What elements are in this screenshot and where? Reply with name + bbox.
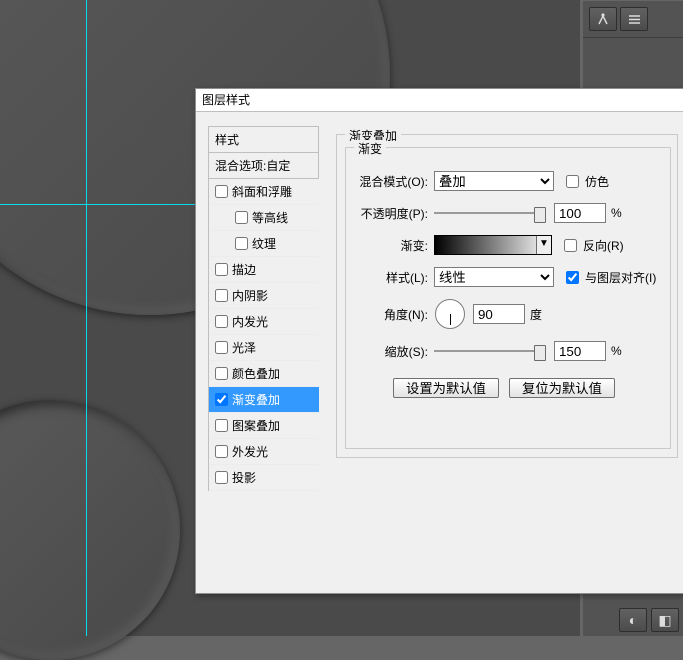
style-checkbox[interactable] — [215, 471, 228, 484]
style-item-3[interactable]: 描边 — [209, 257, 319, 283]
panel-btn-b[interactable]: ◧ — [651, 608, 679, 632]
style-checkbox[interactable] — [215, 263, 228, 276]
style-item-9[interactable]: 图案叠加 — [209, 413, 319, 439]
align-checkbox[interactable]: 与图层对齐(I) — [562, 268, 656, 287]
scale-label: 缩放(S): — [346, 343, 434, 360]
subsection-title: 渐变 — [354, 140, 386, 157]
dialog-title[interactable]: 图层样式 — [196, 89, 683, 112]
layer-style-dialog: 图层样式 样式 混合选项:自定 斜面和浮雕等高线纹理描边内阴影内发光光泽颜色叠加… — [195, 88, 683, 594]
style-select[interactable]: 线性 — [434, 267, 554, 287]
style-item-label: 内阴影 — [232, 287, 268, 304]
vertical-guide[interactable] — [86, 0, 87, 636]
blend-mode-select[interactable]: 叠加 — [434, 171, 554, 191]
style-item-label: 颜色叠加 — [232, 365, 280, 382]
style-label: 样式(L): — [346, 269, 434, 286]
style-checkbox[interactable] — [215, 315, 228, 328]
style-item-label: 光泽 — [232, 339, 256, 356]
gradient-label: 渐变: — [346, 237, 434, 254]
style-checkbox[interactable] — [215, 341, 228, 354]
style-checkbox[interactable] — [215, 445, 228, 458]
brush-options-icon[interactable] — [620, 7, 648, 31]
chevron-down-icon[interactable]: ▼ — [536, 236, 551, 254]
style-item-label: 描边 — [232, 261, 256, 278]
style-item-0[interactable]: 斜面和浮雕 — [209, 179, 319, 205]
styles-list: 样式 混合选项:自定 斜面和浮雕等高线纹理描边内阴影内发光光泽颜色叠加渐变叠加图… — [208, 126, 319, 491]
brush-preset-icon[interactable] — [589, 7, 617, 31]
style-item-1[interactable]: 等高线 — [209, 205, 319, 231]
style-item-label: 渐变叠加 — [232, 391, 280, 408]
scale-unit: % — [611, 344, 622, 358]
opacity-label: 不透明度(P): — [346, 205, 434, 222]
style-item-11[interactable]: 投影 — [209, 465, 319, 491]
make-default-button[interactable]: 设置为默认值 — [393, 378, 499, 398]
style-item-10[interactable]: 外发光 — [209, 439, 319, 465]
tool-row-top — [583, 0, 683, 38]
angle-unit: 度 — [530, 306, 542, 323]
opacity-unit: % — [611, 206, 622, 220]
styles-header[interactable]: 样式 — [209, 127, 319, 153]
gradient-swatch[interactable]: ▼ — [434, 235, 552, 255]
style-item-label: 外发光 — [232, 443, 268, 460]
angle-dial[interactable] — [435, 299, 465, 329]
reset-default-button[interactable]: 复位为默认值 — [509, 378, 615, 398]
style-item-8[interactable]: 渐变叠加 — [209, 387, 319, 413]
dither-checkbox[interactable]: 仿色 — [562, 172, 609, 191]
gradient-fieldset: 渐变 混合模式(O): 叠加 仿色 不透明度(P): % — [345, 147, 671, 449]
style-checkbox[interactable] — [235, 211, 248, 224]
style-checkbox[interactable] — [235, 237, 248, 250]
style-item-label: 内发光 — [232, 313, 268, 330]
scale-slider[interactable] — [434, 343, 546, 359]
panel-btn-a[interactable]: ◐ — [619, 608, 647, 632]
style-item-label: 图案叠加 — [232, 417, 280, 434]
blend-mode-label: 混合模式(O): — [346, 173, 434, 190]
style-checkbox[interactable] — [215, 289, 228, 302]
angle-input[interactable] — [473, 304, 525, 324]
style-item-7[interactable]: 颜色叠加 — [209, 361, 319, 387]
small-circle-shape — [0, 400, 180, 660]
style-checkbox[interactable] — [215, 393, 228, 406]
angle-label: 角度(N): — [346, 306, 434, 323]
style-checkbox[interactable] — [215, 367, 228, 380]
blending-options-item[interactable]: 混合选项:自定 — [209, 153, 319, 179]
style-item-5[interactable]: 内发光 — [209, 309, 319, 335]
style-item-4[interactable]: 内阴影 — [209, 283, 319, 309]
opacity-input[interactable] — [554, 203, 606, 223]
gradient-overlay-fieldset: 渐变叠加 渐变 混合模式(O): 叠加 仿色 不透明度(P): — [336, 134, 678, 458]
style-item-label: 斜面和浮雕 — [232, 183, 292, 200]
style-item-label: 等高线 — [252, 209, 288, 226]
reverse-checkbox[interactable]: 反向(R) — [560, 236, 624, 255]
style-item-6[interactable]: 光泽 — [209, 335, 319, 361]
style-item-label: 投影 — [232, 469, 256, 486]
style-checkbox[interactable] — [215, 419, 228, 432]
style-item-2[interactable]: 纹理 — [209, 231, 319, 257]
scale-input[interactable] — [554, 341, 606, 361]
style-item-label: 纹理 — [252, 235, 276, 252]
style-checkbox[interactable] — [215, 185, 228, 198]
opacity-slider[interactable] — [434, 205, 546, 221]
